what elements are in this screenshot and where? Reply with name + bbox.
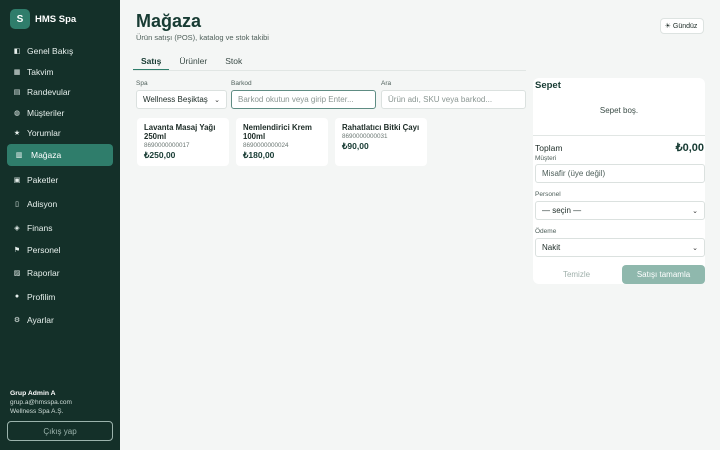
- staff-icon: ⚑: [13, 246, 21, 254]
- sidebar-item-label: Takvim: [27, 66, 54, 77]
- profile-icon: ●: [14, 293, 20, 300]
- sidebar-item-takvim[interactable]: ▦ Takvim: [7, 61, 113, 82]
- sun-icon: ☀: [664, 23, 671, 30]
- sidebar-item-label: Paketler: [27, 174, 59, 185]
- sidebar-item-profilim[interactable]: ● Profilim: [7, 286, 113, 307]
- cart-panel: Sepet Sepet boş. Toplam ₺0,00 Müşteri Mi…: [533, 78, 705, 284]
- spa-select-value: Wellness Beşiktaş: [143, 95, 208, 104]
- user-info: Grup Admin A grup.a@hmsspa.com Wellness …: [10, 389, 72, 416]
- spa-label: Spa: [136, 80, 148, 87]
- settings-icon: ⚙: [13, 316, 21, 324]
- sidebar-item-label: Finans: [27, 222, 53, 233]
- product-name: Lavanta Masaj Yağı 250ml: [144, 123, 216, 141]
- brand[interactable]: S HMS Spa: [10, 9, 76, 29]
- product-price: ₺250,00: [144, 150, 176, 160]
- payment-select[interactable]: Nakit ⌄: [535, 238, 705, 257]
- tab-urunler[interactable]: Ürünler: [171, 55, 215, 71]
- receipt-icon: ▯: [15, 200, 19, 208]
- total-label: Toplam: [535, 143, 563, 153]
- product-price: ₺90,00: [342, 141, 369, 151]
- grid-icon: ◧: [13, 47, 21, 55]
- tab-stok[interactable]: Stok: [217, 55, 250, 71]
- sidebar-item-yorumlar[interactable]: ★ Yorumlar: [7, 122, 113, 143]
- user-company: Wellness Spa A.Ş.: [10, 408, 64, 415]
- customer-input[interactable]: Misafir (üye değil): [535, 164, 705, 183]
- product-card[interactable]: Lavanta Masaj Yağı 250ml 8690000000017 ₺…: [137, 118, 229, 166]
- money-bag-icon: ◈: [14, 224, 20, 232]
- customers-icon: ◍: [13, 109, 21, 117]
- store-icon: ▥: [15, 152, 23, 159]
- product-barcode: 8690000000031: [342, 133, 388, 140]
- sidebar-item-label: Yorumlar: [27, 127, 61, 138]
- tabs: Satış Ürünler Stok: [133, 55, 252, 71]
- chevron-down-icon: ⌄: [692, 207, 698, 215]
- logout-button[interactable]: Çıkış yap: [7, 421, 113, 441]
- package-icon: ▣: [13, 176, 21, 184]
- sidebar-item-label: Personel: [27, 244, 61, 255]
- sidebar-item-label: Müşteriler: [27, 107, 65, 118]
- sidebar-item-label: Mağaza: [31, 150, 62, 160]
- calendar-icon: ▦: [13, 68, 21, 76]
- brand-name: HMS Spa: [35, 13, 77, 25]
- chart-icon: ▨: [13, 269, 21, 277]
- appointments-icon: ▤: [13, 88, 21, 96]
- sidebar-item-label: Randevular: [27, 86, 71, 97]
- total-value: ₺0,00: [675, 142, 704, 154]
- product-name: Nemlendirici Krem 100ml: [243, 123, 312, 141]
- spa-select[interactable]: Wellness Beşiktaş ⌄: [136, 90, 227, 109]
- staff-select-value: — seçin —: [542, 206, 582, 215]
- sidebar-item-label: Raporlar: [27, 267, 60, 278]
- cart-divider: [533, 135, 705, 136]
- product-name: Rahatlatıcı Bitki Çayı: [342, 123, 420, 132]
- star-icon: ★: [13, 129, 21, 137]
- cart-empty-message: Sepet boş.: [599, 106, 639, 115]
- sidebar-item-label: Ayarlar: [27, 314, 54, 325]
- sidebar-item-raporlar[interactable]: ▨ Raporlar: [7, 262, 113, 283]
- page-subtitle: Ürün satışı (POS), katalog ve stok takib…: [136, 33, 269, 42]
- sidebar-item-adisyon[interactable]: ▯ Adisyon: [7, 193, 113, 214]
- sidebar-item-genel-bakis[interactable]: ◧ Genel Bakış: [7, 40, 113, 61]
- theme-label: Gündüz: [672, 22, 698, 30]
- barcode-input[interactable]: Barkod okutun veya girip Enter...: [231, 90, 376, 109]
- sidebar-item-label: Genel Bakış: [27, 45, 74, 56]
- product-barcode: 8690000000024: [243, 142, 289, 149]
- product-card[interactable]: Rahatlatıcı Bitki Çayı 8690000000031 ₺90…: [335, 118, 427, 166]
- sidebar: S HMS Spa ◧ Genel Bakış ▦ Takvim ▤ Rande…: [0, 0, 120, 450]
- sidebar-item-label: Adisyon: [27, 198, 58, 209]
- search-label: Ara: [381, 80, 392, 87]
- complete-sale-button[interactable]: Satışı tamamla: [622, 265, 705, 284]
- sidebar-item-ayarlar[interactable]: ⚙ Ayarlar: [7, 309, 113, 330]
- tabs-divider: [133, 70, 526, 71]
- sidebar-item-label: Profilim: [27, 291, 56, 302]
- product-card[interactable]: Nemlendirici Krem 100ml 8690000000024 ₺1…: [236, 118, 328, 166]
- search-input[interactable]: Ürün adı, SKU veya barkod...: [381, 90, 526, 109]
- sidebar-item-musteriler[interactable]: ◍ Müşteriler: [7, 102, 113, 123]
- staff-select[interactable]: — seçin — ⌄: [535, 201, 705, 220]
- sidebar-item-magaza[interactable]: ▥ Mağaza: [7, 144, 113, 166]
- payment-select-value: Nakit: [542, 243, 561, 252]
- product-price: ₺180,00: [243, 150, 275, 160]
- chevron-down-icon: ⌄: [214, 96, 220, 104]
- user-name: Grup Admin A: [10, 390, 56, 397]
- clear-cart-button[interactable]: Temizle: [535, 265, 618, 284]
- sidebar-item-personel[interactable]: ⚑ Personel: [7, 239, 113, 260]
- cart-title: Sepet: [535, 80, 561, 91]
- staff-label: Personel: [535, 191, 561, 198]
- sidebar-item-finans[interactable]: ◈ Finans: [7, 217, 113, 238]
- page-title: Mağaza: [136, 11, 202, 31]
- barcode-label: Barkod: [231, 80, 252, 87]
- chevron-down-icon: ⌄: [692, 244, 698, 252]
- sidebar-item-randevular[interactable]: ▤ Randevular: [7, 81, 113, 102]
- payment-label: Ödeme: [535, 228, 557, 235]
- product-barcode: 8690000000017: [144, 142, 190, 149]
- sidebar-item-paketler[interactable]: ▣ Paketler: [7, 169, 113, 190]
- theme-toggle-button[interactable]: ☀ Gündüz: [660, 18, 704, 34]
- brand-logo: S: [10, 9, 30, 29]
- user-email: grup.a@hmsspa.com: [10, 399, 72, 406]
- tab-satis[interactable]: Satış: [133, 55, 170, 71]
- customer-label: Müşteri: [535, 155, 557, 162]
